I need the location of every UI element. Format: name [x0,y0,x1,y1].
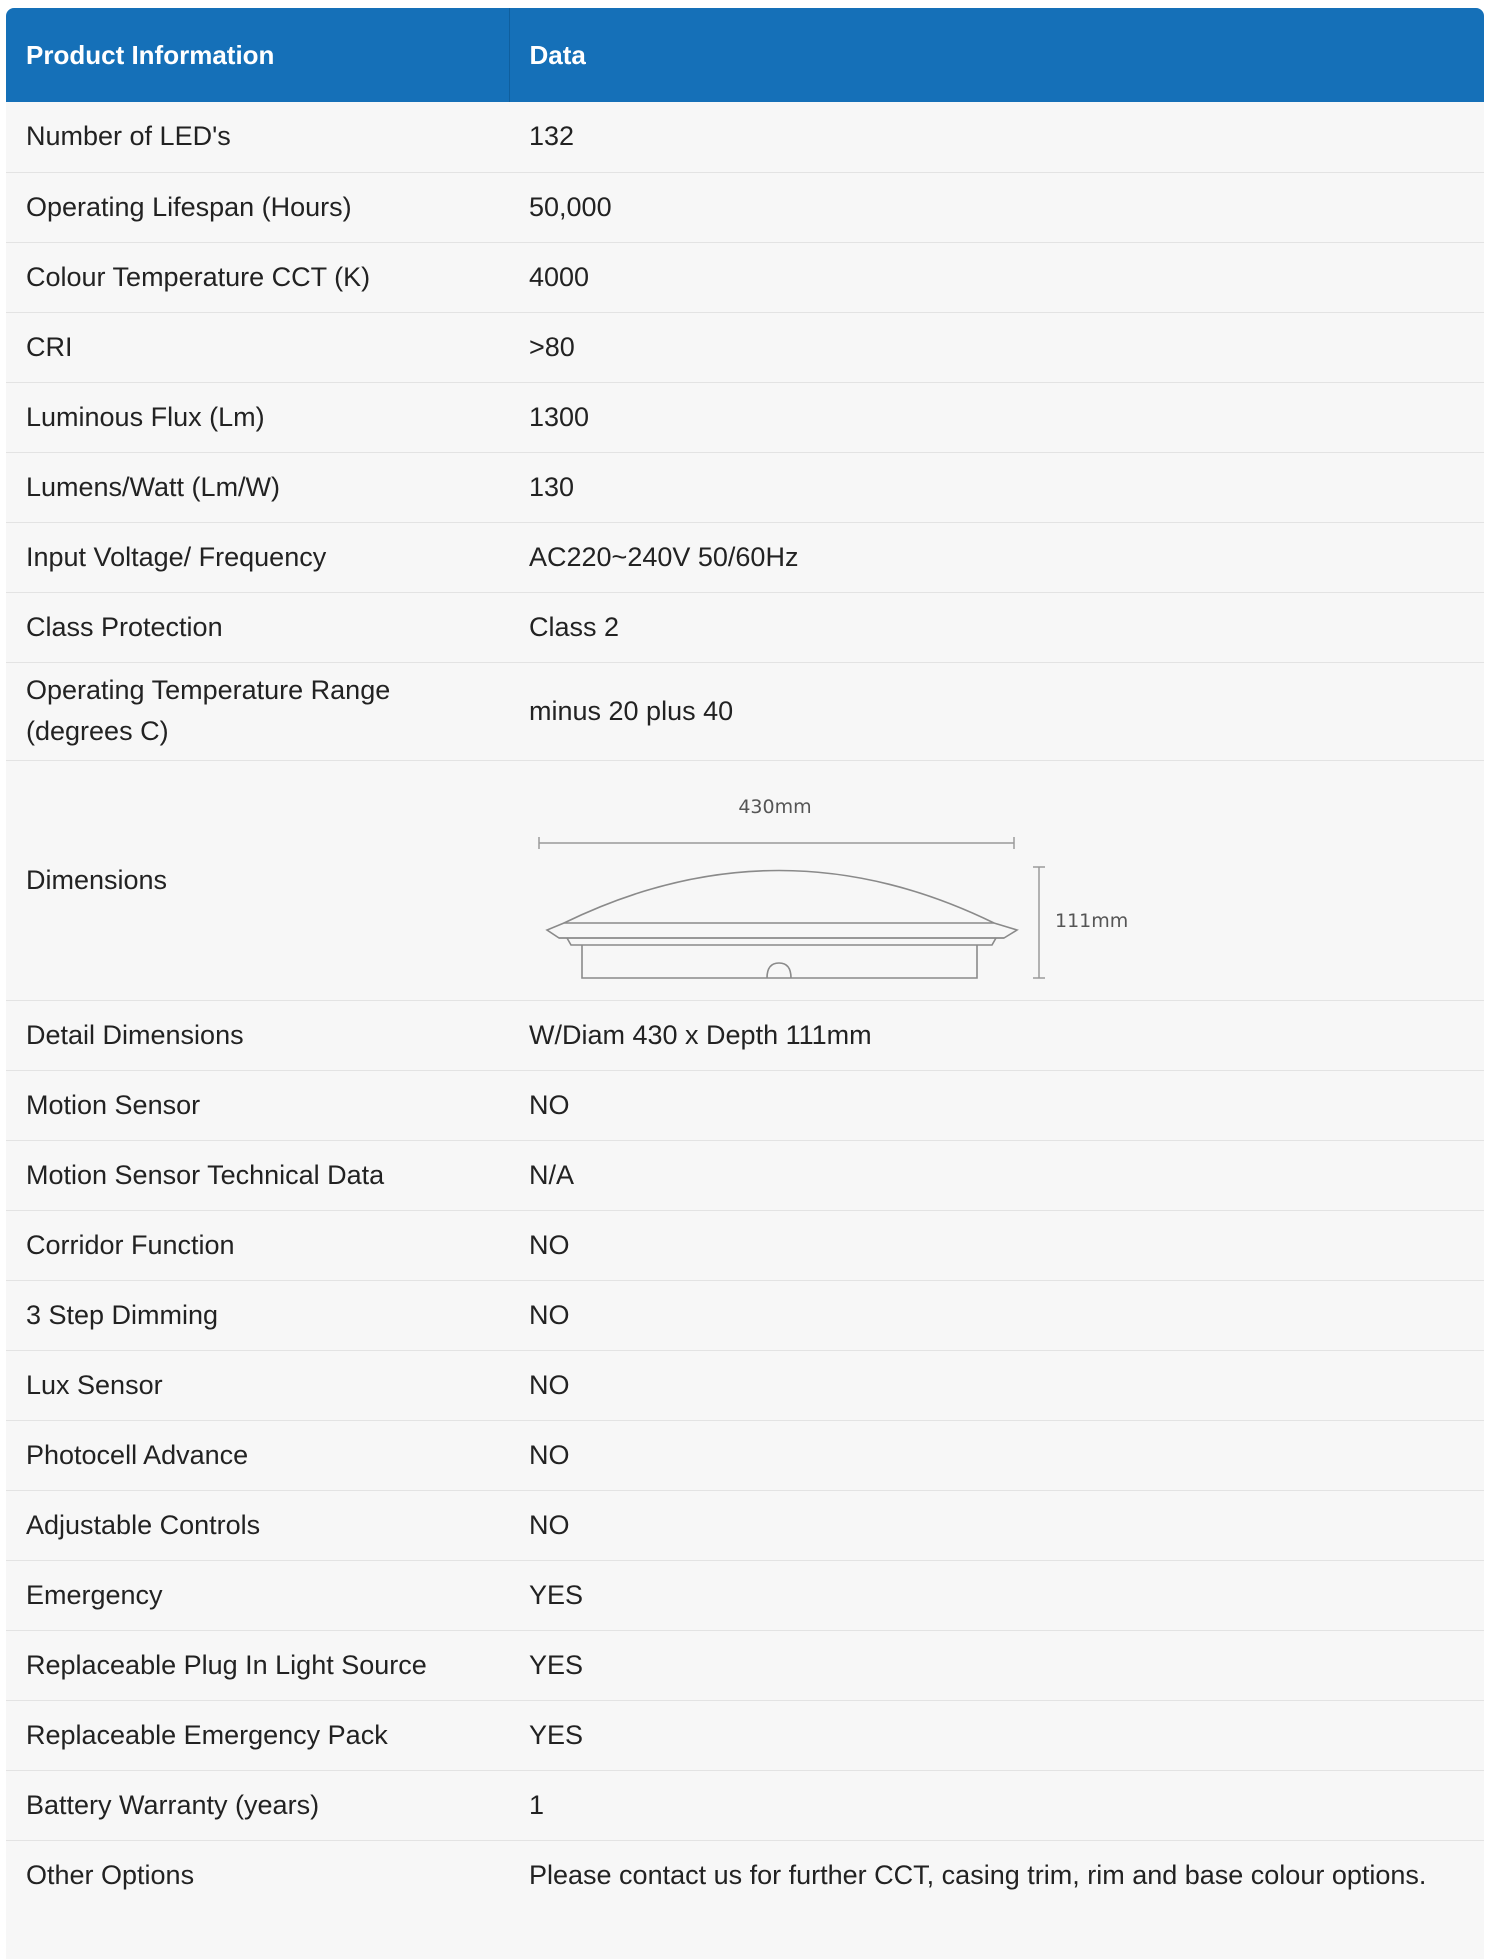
row-value: NO [529,1439,570,1470]
row-label: Photocell Advance [26,1439,249,1470]
row-label: 3 Step Dimming [26,1299,219,1330]
row-value: Class 2 [529,611,620,642]
ceiling-light-outline [545,869,1019,979]
table-row: Lumens/Watt (Lm/W) 130 [6,452,1484,522]
table-row: Replaceable Plug In Light Source YES [6,1630,1484,1700]
table-row: Photocell Advance NO [6,1420,1484,1490]
table-row: Operating Lifespan (Hours) 50,000 [6,172,1484,242]
row-label: Corridor Function [26,1229,235,1260]
row-label: Dimensions [26,864,168,895]
product-info-table-container: Product Information Data Number of LED's… [6,8,1484,1959]
row-value: 4000 [529,261,590,292]
row-label: Luminous Flux (Lm) [26,401,265,432]
table-row: Motion Sensor Technical Data N/A [6,1140,1484,1210]
row-label: Replaceable Emergency Pack [26,1719,388,1750]
row-label: Motion Sensor Technical Data [26,1159,385,1190]
table-row: Emergency YES [6,1560,1484,1630]
dimensions-diagram: 430mm 111mm [538,796,1128,979]
row-value: 1300 [529,401,590,432]
row-label: CRI [26,331,73,362]
row-value: N/A [529,1159,575,1190]
table-row: Battery Warranty (years) 1 [6,1770,1484,1840]
table-row: Lux Sensor NO [6,1350,1484,1420]
table-row-dimensions: Dimensions 430mm 111mm [6,760,1484,1000]
dimensions-diagram-cell: 430mm 111mm [509,760,1484,1000]
table-header-row: Product Information Data [6,8,1484,102]
table-row: Class Protection Class 2 [6,592,1484,662]
row-label: Lumens/Watt (Lm/W) [26,471,281,502]
table-row: Motion Sensor NO [6,1070,1484,1140]
row-label: Replaceable Plug In Light Source [26,1649,427,1680]
row-label: Adjustable Controls [26,1509,261,1540]
row-label: Battery Warranty (years) [26,1789,320,1820]
row-label: Emergency [26,1579,163,1610]
table-row: Replaceable Emergency Pack YES [6,1700,1484,1770]
row-value: YES [529,1579,584,1610]
table-row: Other Options Please contact us for furt… [6,1840,1484,1910]
row-value: >80 [529,331,575,362]
row-value: NO [529,1299,570,1330]
row-label: Other Options [26,1859,195,1890]
width-dimension-line [538,837,1015,849]
height-dimension-label: 111mm [1055,910,1128,932]
row-value: YES [529,1719,584,1750]
row-label: Detail Dimensions [26,1019,244,1050]
row-label: Operating Temperature Range (degrees C) [26,675,391,746]
table-row: 3 Step Dimming NO [6,1280,1484,1350]
row-value: NO [529,1509,570,1540]
row-label: Motion Sensor [26,1089,201,1120]
row-value: NO [529,1369,570,1400]
table-row: CRI >80 [6,312,1484,382]
table-row: Detail Dimensions W/Diam 430 x Depth 111… [6,1000,1484,1070]
row-label: Colour Temperature CCT (K) [26,261,371,292]
row-value: 1 [529,1789,545,1820]
width-dimension-label: 430mm [738,796,811,818]
row-value: YES [529,1649,584,1680]
table-row: Input Voltage/ Frequency AC220~240V 50/6… [6,522,1484,592]
row-value: 130 [529,471,575,502]
row-value: NO [529,1089,570,1120]
table-row: Operating Temperature Range (degrees C) … [6,662,1484,760]
row-label: Class Protection [26,611,223,642]
row-value: minus 20 plus 40 [529,695,734,726]
height-dimension-line [1033,866,1045,979]
row-label: Operating Lifespan (Hours) [26,191,352,222]
row-value: 50,000 [529,191,612,222]
row-value: Please contact us for further CCT, casin… [529,1859,1427,1890]
row-label: Input Voltage/ Frequency [26,541,327,572]
row-value: AC220~240V 50/60Hz [529,541,799,572]
row-value: NO [529,1229,570,1260]
row-label: Number of LED's [26,121,231,152]
header-data: Data [529,39,586,70]
product-info-table: Product Information Data Number of LED's… [6,8,1484,1910]
table-row: Luminous Flux (Lm) 1300 [6,382,1484,452]
table-row: Adjustable Controls NO [6,1490,1484,1560]
row-label: Lux Sensor [26,1369,163,1400]
header-product-information: Product Information [6,8,510,102]
row-value: W/Diam 430 x Depth 111mm [529,1019,872,1050]
table-row: Corridor Function NO [6,1210,1484,1280]
table-row: Number of LED's 132 [6,102,1484,172]
table-row: Colour Temperature CCT (K) 4000 [6,242,1484,312]
row-value: 132 [529,121,575,152]
